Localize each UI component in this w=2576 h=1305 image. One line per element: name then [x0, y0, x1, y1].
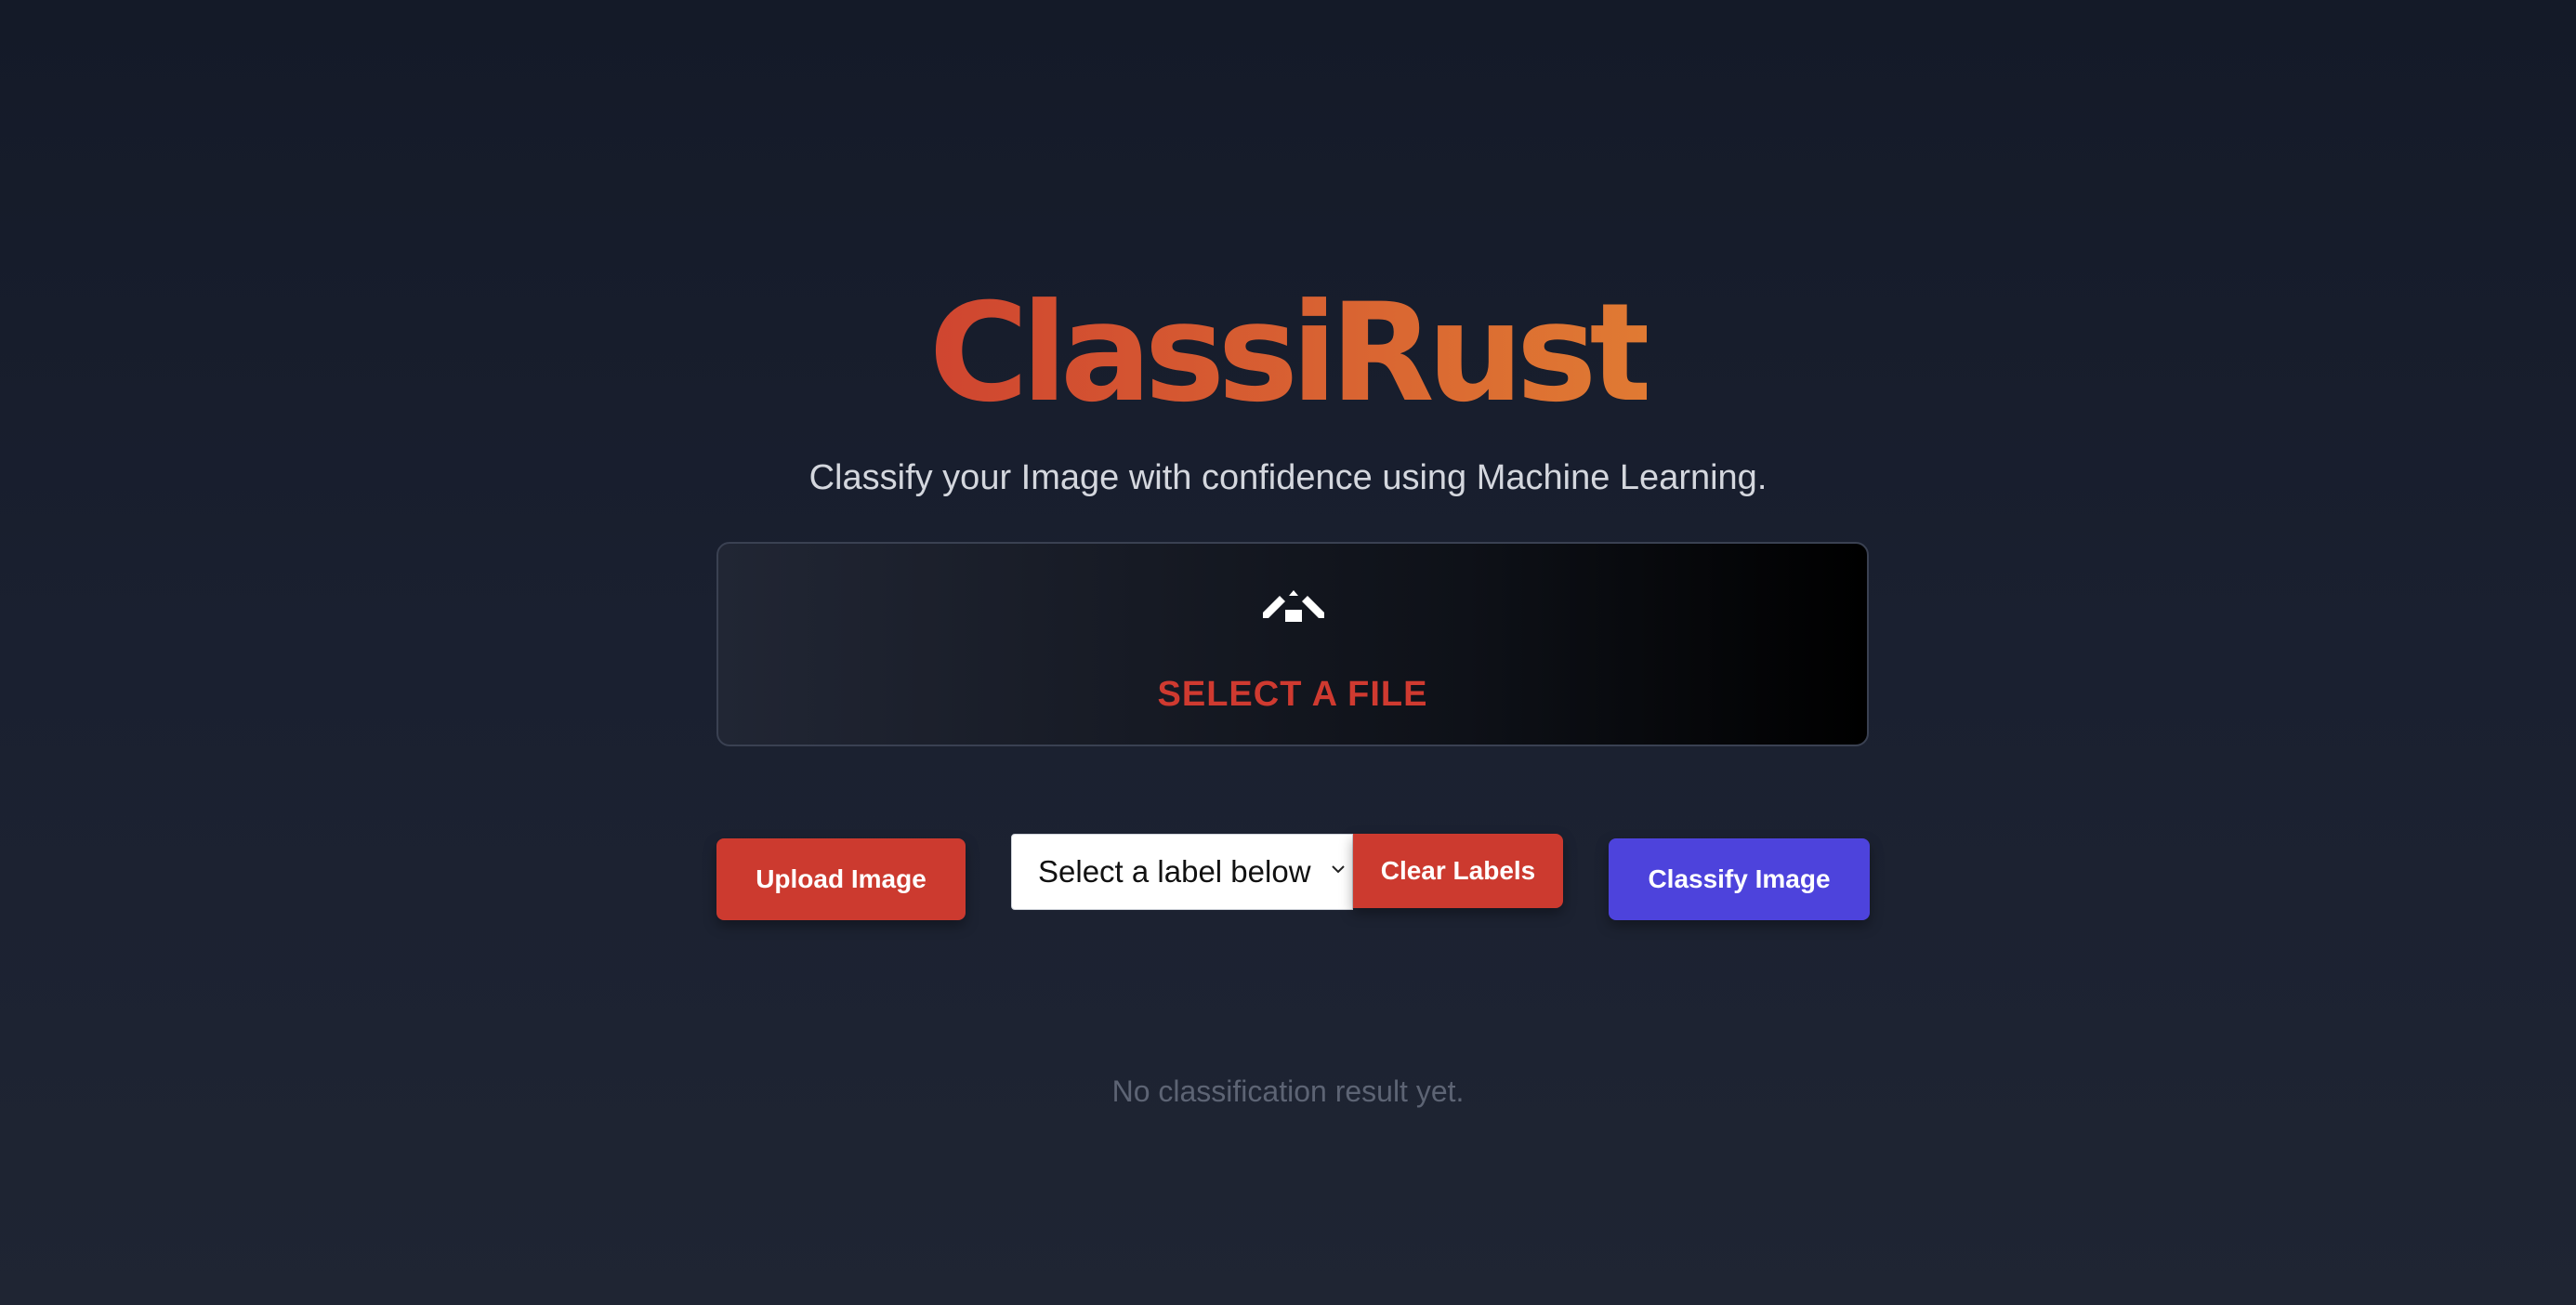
file-dropzone[interactable]: SELECT A FILE [716, 542, 1869, 746]
app-subtitle: Classify your Image with confidence usin… [808, 458, 1768, 497]
chevron-down-icon [1332, 865, 1345, 874]
clear-labels-button[interactable]: Clear Labels [1353, 834, 1563, 908]
classify-image-button[interactable]: Classify Image [1609, 838, 1870, 920]
upload-image-button[interactable]: Upload Image [716, 838, 966, 920]
app-title: ClassiRust [0, 270, 2576, 437]
classification-result: No classification result yet. [1111, 1074, 1465, 1108]
select-file-label: SELECT A FILE [1157, 675, 1428, 714]
label-select-value: Select a label below [1038, 854, 1311, 889]
label-select[interactable]: Select a label below [1011, 834, 1353, 910]
app-title-text: ClassiRust [929, 270, 1655, 437]
upload-icon [1263, 590, 1324, 622]
